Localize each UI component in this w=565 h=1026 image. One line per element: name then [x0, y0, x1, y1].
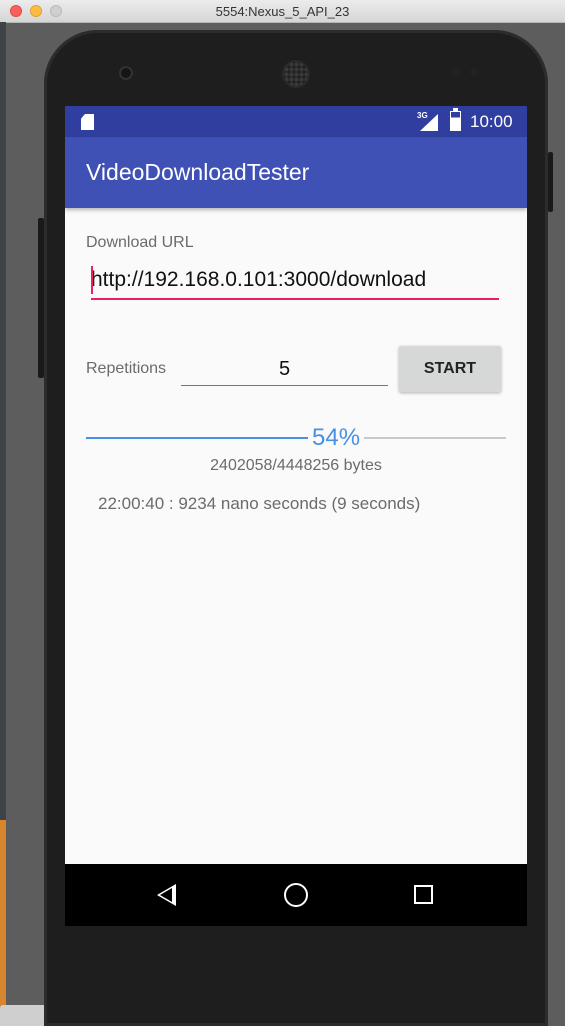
- app-title: VideoDownloadTester: [86, 159, 310, 185]
- sd-card-icon: [81, 114, 94, 130]
- back-icon[interactable]: [157, 884, 176, 906]
- navigation-bar: [65, 864, 527, 926]
- emulator-window: 5554:Nexus_5_API_23 3G 10:00 VideoDownlo…: [0, 0, 565, 1026]
- network-type-label: 3G: [417, 111, 428, 120]
- home-icon[interactable]: [284, 883, 308, 907]
- device-screen: 3G 10:00 VideoDownloadTester Download UR…: [65, 106, 527, 926]
- download-url-label: Download URL: [86, 234, 194, 251]
- window-titlebar[interactable]: 5554:Nexus_5_API_23: [0, 0, 565, 23]
- download-progress-fill: [86, 437, 313, 439]
- desktop-wallpaper-edge: [0, 820, 6, 1020]
- text-cursor: [91, 266, 93, 294]
- progress-bytes: 2402058/4448256 bytes: [210, 457, 382, 474]
- download-progress-bar: [86, 437, 506, 439]
- front-camera-icon: [119, 66, 133, 80]
- proximity-sensor-icon: [452, 68, 460, 76]
- repetitions-input[interactable]: [181, 354, 388, 386]
- status-bar: 3G 10:00: [65, 106, 527, 137]
- window-title: 5554:Nexus_5_API_23: [215, 4, 350, 19]
- battery-icon: [450, 108, 461, 131]
- power-button[interactable]: [548, 152, 553, 212]
- earpiece-speaker-icon: [284, 62, 308, 86]
- start-button[interactable]: START: [399, 346, 501, 392]
- recents-icon[interactable]: [414, 885, 433, 904]
- repetitions-label: Repetitions: [86, 360, 167, 377]
- main-content: Download URL Repetitions START 54% 24020…: [65, 208, 527, 864]
- app-bar: VideoDownloadTester: [65, 137, 527, 208]
- light-sensor-icon: [470, 68, 478, 76]
- download-url-input[interactable]: [91, 262, 499, 300]
- progress-percent: 54%: [308, 424, 365, 452]
- timing-log-line: 22:00:40 : 9234 nano seconds (9 seconds): [98, 494, 421, 513]
- status-clock: 10:00: [470, 112, 513, 131]
